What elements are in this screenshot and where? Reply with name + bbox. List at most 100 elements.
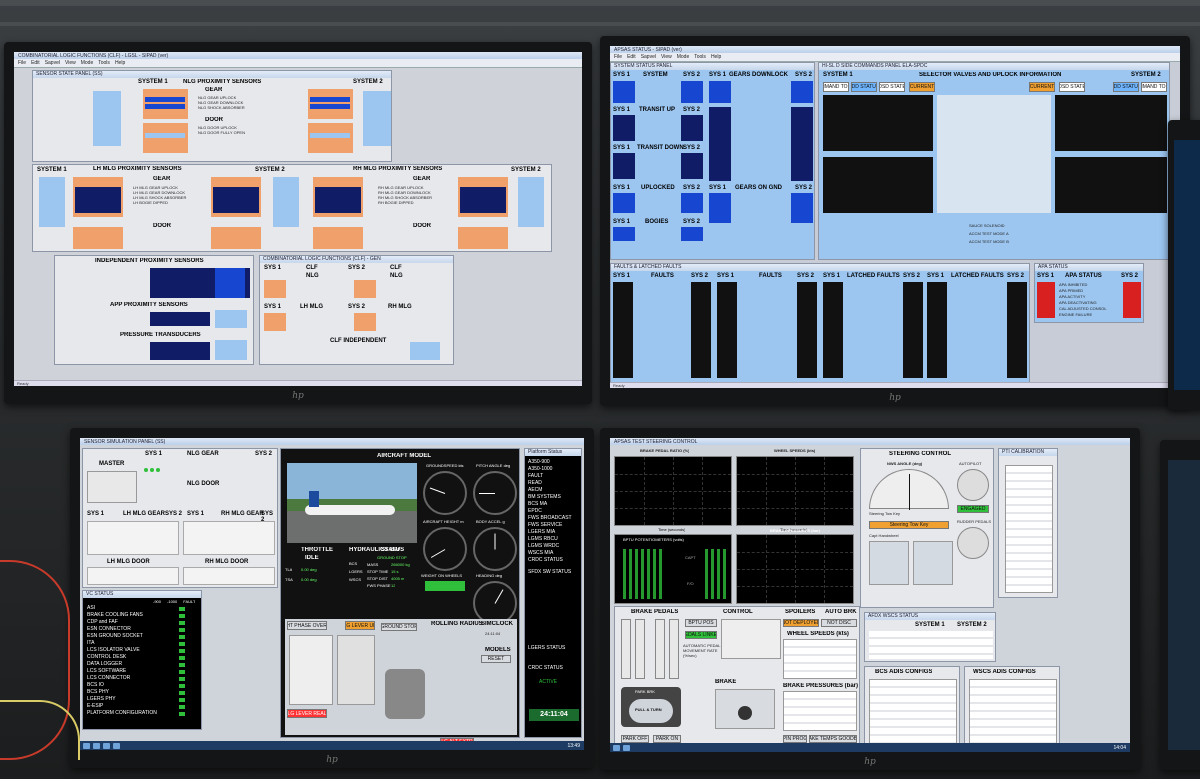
menu-view[interactable]: View xyxy=(661,54,672,60)
rh-gear-switches[interactable] xyxy=(183,521,275,555)
system1: SYSTEM 1 xyxy=(823,72,853,78)
monitor-bottom-left: SENSOR SIMULATION PANEL (SS) MASTER SYS … xyxy=(70,428,594,768)
monitor-edge xyxy=(1168,120,1200,410)
ldd-status-button[interactable]: LDD STATUS xyxy=(851,82,877,92)
bcs-adis-panel: BCS ADIS CONFIGS xyxy=(864,666,960,750)
menu-help[interactable]: Help xyxy=(115,60,125,66)
engaged-indicator[interactable]: ENGAGED xyxy=(957,505,989,513)
cpiom-block[interactable] xyxy=(363,91,391,146)
nlg-label: NLG SHOCK ABSORBER xyxy=(198,105,245,110)
command-to-ldd-button[interactable]: COMMAND TO LDD xyxy=(823,82,849,92)
cpiom-block[interactable] xyxy=(39,177,65,227)
sys1-toggles[interactable] xyxy=(143,459,177,509)
lh-door-switches[interactable] xyxy=(87,567,179,585)
pedal-slider[interactable] xyxy=(621,619,631,679)
pedal-slider[interactable] xyxy=(635,619,645,679)
control-buttons[interactable] xyxy=(721,619,781,659)
sensor-block[interactable] xyxy=(313,227,363,249)
sensor-block[interactable] xyxy=(458,227,508,249)
brake-knob[interactable] xyxy=(738,706,752,720)
tow-key-status[interactable]: Steering Tow Key xyxy=(869,521,949,529)
cpiom-block[interactable] xyxy=(215,340,247,360)
pedals-linked-button[interactable]: PEDALS LINKED xyxy=(685,631,717,639)
cpiom-block[interactable] xyxy=(518,177,544,227)
menu-mode[interactable]: Mode xyxy=(677,54,690,60)
ldd-status-button-2[interactable]: LDD STATUS xyxy=(1113,82,1139,92)
state-col xyxy=(791,107,813,181)
wscs-adis-table[interactable] xyxy=(969,679,1057,747)
wscs-table xyxy=(869,631,993,659)
explorer-icon[interactable] xyxy=(623,744,630,751)
sensor-block[interactable] xyxy=(73,227,123,249)
current-button-2[interactable]: CURRENT xyxy=(1029,82,1055,92)
handwheel-box-2[interactable] xyxy=(913,541,953,585)
cpiom-block[interactable] xyxy=(215,310,247,328)
browser-icon[interactable] xyxy=(103,742,110,749)
lh-gear-switches[interactable] xyxy=(87,521,179,555)
command-to-ldd-button-2[interactable]: COMMAND TO LDD xyxy=(1141,82,1167,92)
menu-tools[interactable]: Tools xyxy=(98,60,110,66)
menu-file[interactable]: File xyxy=(614,54,622,60)
sys1-c: SYS 1 xyxy=(613,107,631,113)
lg-lever-button[interactable]: LG LEVER UP xyxy=(345,621,375,630)
reset-button[interactable]: RESET xyxy=(481,655,511,663)
brake-temps-button[interactable]: BRAKE TEMPS GOODBOX xyxy=(809,735,857,743)
start-icon[interactable] xyxy=(613,744,620,751)
sensor-block[interactable] xyxy=(211,227,261,249)
master-controls[interactable] xyxy=(87,471,137,503)
pin-prog-button[interactable]: PIN PROG xyxy=(783,735,807,743)
cpiom-block[interactable] xyxy=(93,91,121,146)
current-button[interactable]: CURRENT xyxy=(909,82,935,92)
wheel-speeds-table[interactable] xyxy=(783,639,857,679)
auto-brk-state[interactable]: NOT DISC xyxy=(821,619,857,627)
cpiom-block[interactable] xyxy=(410,342,440,360)
explorer-icon[interactable] xyxy=(93,742,100,749)
pti-table[interactable] xyxy=(1005,465,1053,593)
bptu-pos-button[interactable]: BPTU POS xyxy=(685,619,717,627)
clf-block[interactable] xyxy=(354,313,376,331)
lever-handle[interactable] xyxy=(385,669,425,719)
menu-help[interactable]: Help xyxy=(711,54,721,60)
rh-door-switches[interactable] xyxy=(183,567,275,585)
brake-knob-panel[interactable] xyxy=(715,689,775,729)
lg-lever-real[interactable]: LG LEVER REAL xyxy=(287,709,327,718)
ground-stop-button[interactable]: GROUND STOP xyxy=(381,623,417,631)
engine-controls[interactable] xyxy=(289,635,333,705)
cpiom-block[interactable] xyxy=(273,177,299,227)
dsd-state-button[interactable]: DSD STATE xyxy=(879,82,905,92)
spoilers-state[interactable]: NOT DEPLOYED xyxy=(783,619,819,627)
park-off-button[interactable]: PARK OFF xyxy=(621,735,649,743)
bcs-adis-table[interactable] xyxy=(869,679,957,747)
menu-mode[interactable]: Mode xyxy=(81,60,94,66)
park-on-button[interactable]: PARK ON xyxy=(653,735,681,743)
menu-view[interactable]: View xyxy=(65,60,76,66)
sensor-block-4[interactable] xyxy=(308,123,353,153)
dsd-state-button-2[interactable]: DSD STATE xyxy=(1059,82,1085,92)
rudder-knob[interactable] xyxy=(957,527,989,559)
wow-indicator xyxy=(425,581,465,591)
wscs-status-panel: AFDX WSCS STATUS SYSTEM 1 SYSTEM 2 xyxy=(864,612,996,662)
pedal-slider[interactable] xyxy=(655,619,665,679)
start-icon[interactable] xyxy=(83,742,90,749)
clf-block[interactable] xyxy=(264,280,286,298)
menu-sapvel[interactable]: Sapvel xyxy=(641,54,656,60)
menu-file[interactable]: File xyxy=(18,60,26,66)
brake-pressures-table[interactable] xyxy=(783,691,857,731)
app-icon[interactable] xyxy=(113,742,120,749)
transit-down: TRANSIT DOWN xyxy=(637,145,684,151)
gear-lever[interactable] xyxy=(337,635,375,705)
clf-block[interactable] xyxy=(354,280,376,298)
state-col xyxy=(791,193,813,223)
clf-block[interactable] xyxy=(264,313,286,331)
park-brake-handle[interactable]: PULL & TURN xyxy=(629,699,673,723)
system2-label: SYSTEM 2 xyxy=(353,79,383,85)
pedal-slider[interactable] xyxy=(669,619,679,679)
menu-edit[interactable]: Edit xyxy=(31,60,40,66)
autopilot-knob[interactable] xyxy=(957,469,989,501)
flight-phase-button[interactable]: FLIGHT PHASE OVERRIDE xyxy=(287,621,327,630)
menu-tools[interactable]: Tools xyxy=(694,54,706,60)
sensor-block-3[interactable] xyxy=(143,123,188,153)
menu-edit[interactable]: Edit xyxy=(627,54,636,60)
menu-sapvel[interactable]: Sapvel xyxy=(45,60,60,66)
handwheel-box[interactable] xyxy=(869,541,909,585)
